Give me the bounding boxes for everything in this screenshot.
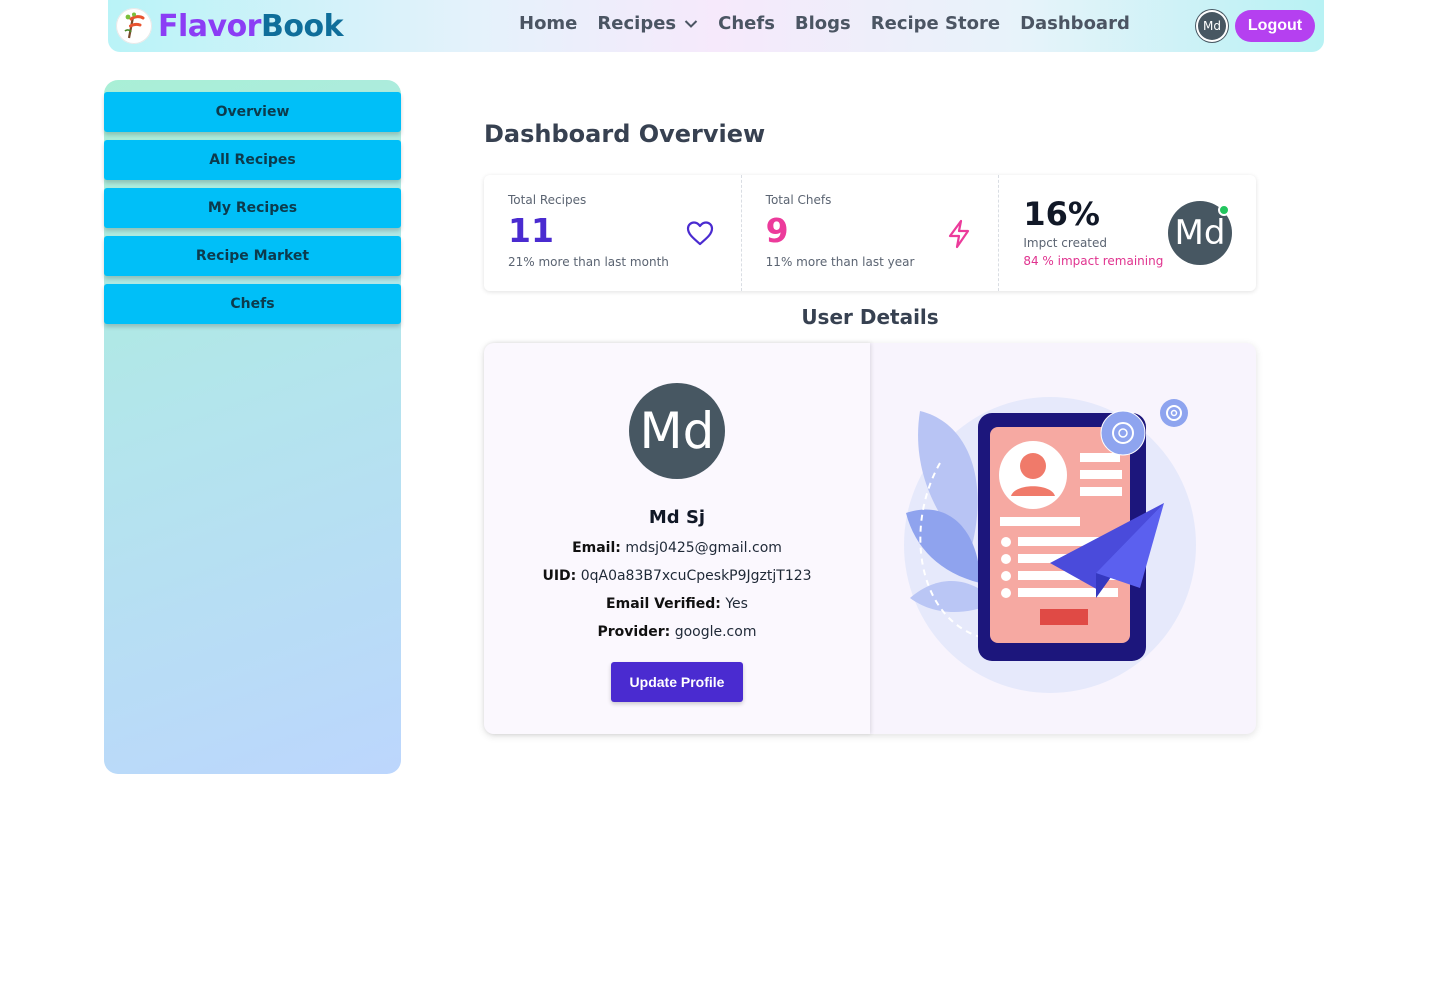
uid-label: UID: xyxy=(542,568,577,584)
sidebar-item-overview[interactable]: Overview xyxy=(104,92,401,132)
nav-link-dashboard[interactable]: Dashboard xyxy=(1020,13,1130,34)
brand-name: FlavorBook xyxy=(158,8,344,44)
brand-name-part1: Flavor xyxy=(158,8,261,44)
verified-value: Yes xyxy=(725,596,748,612)
user-uid-row: UID: 0qA0a83B7xcuCpeskP9JgztjT123 xyxy=(542,568,811,584)
user-provider-row: Provider: google.com xyxy=(598,624,757,640)
verified-label: Email Verified: xyxy=(606,596,721,612)
nav-link-recipes[interactable]: Recipes xyxy=(597,13,698,34)
sidebar-item-recipe-market[interactable]: Recipe Market xyxy=(104,236,401,276)
lightning-icon xyxy=(949,219,970,249)
sidebar-item-all-recipes[interactable]: All Recipes xyxy=(104,140,401,180)
gear-icon xyxy=(1160,399,1188,427)
nav-link-recipe-store[interactable]: Recipe Store xyxy=(871,13,1000,34)
nav-link-chefs[interactable]: Chefs xyxy=(718,13,775,34)
logout-button[interactable]: Logout xyxy=(1235,10,1315,42)
nav-link-home[interactable]: Home xyxy=(519,13,577,34)
chevron-down-icon xyxy=(684,19,698,28)
brand-name-part2: Book xyxy=(260,8,344,44)
user-name: Md Sj xyxy=(648,507,706,528)
stats-panel: Total Recipes 11 21% more than last mont… xyxy=(484,175,1256,291)
stat-desc: 21% more than last month xyxy=(508,255,669,270)
stat-impact: 16% Impct created 84 % impact remaining … xyxy=(998,175,1256,291)
top-navbar: FlavorBook Home Recipes Chefs Blogs Reci… xyxy=(108,0,1324,52)
stat-label: Total Chefs xyxy=(765,193,832,207)
gear-icon xyxy=(1100,410,1146,456)
provider-value: google.com xyxy=(674,624,757,640)
profile-avatar: Md xyxy=(629,383,725,479)
profile-illustration xyxy=(904,397,1196,693)
stat-label: Total Recipes xyxy=(508,193,587,207)
user-details-title: User Details xyxy=(801,305,939,329)
uid-value: 0qA0a83B7xcuCpeskP9JgztjT123 xyxy=(580,568,812,584)
nav-link-blogs[interactable]: Blogs xyxy=(795,13,851,34)
online-status-dot xyxy=(1218,204,1231,216)
user-avatar[interactable]: Md xyxy=(1198,12,1226,40)
sidebar-item-my-recipes[interactable]: My Recipes xyxy=(104,188,401,228)
provider-label: Provider: xyxy=(597,624,671,640)
stat-desc: 11% more than last year xyxy=(765,255,915,270)
stat-total-recipes: Total Recipes 11 21% more than last mont… xyxy=(484,175,741,291)
sidebar-item-chefs[interactable]: Chefs xyxy=(104,284,401,324)
nav-links: Home Recipes Chefs Blogs Recipe Store Da… xyxy=(519,13,1150,34)
page-title: Dashboard Overview xyxy=(484,120,766,148)
update-profile-button[interactable]: Update Profile xyxy=(611,662,743,702)
user-info-panel: Md Md Sj Email: mdsj0425@gmail.com UID: … xyxy=(484,343,870,734)
nav-link-recipes-label: Recipes xyxy=(597,13,677,34)
brand-logo-icon xyxy=(116,8,152,44)
email-label: Email: xyxy=(572,540,621,556)
stat-value: 9 xyxy=(765,211,789,250)
sidebar: Overview All Recipes My Recipes Recipe M… xyxy=(104,80,401,774)
brand[interactable]: FlavorBook xyxy=(116,8,344,44)
illustration-panel xyxy=(870,343,1256,734)
user-details-card: Md Md Sj Email: mdsj0425@gmail.com UID: … xyxy=(484,343,1256,734)
email-value: mdsj0425@gmail.com xyxy=(625,540,782,556)
heart-icon xyxy=(686,221,713,246)
stat-total-chefs: Total Chefs 9 11% more than last year xyxy=(740,175,999,291)
user-email-row: Email: mdsj0425@gmail.com xyxy=(572,540,782,556)
user-verified-row: Email Verified: Yes xyxy=(606,596,748,612)
